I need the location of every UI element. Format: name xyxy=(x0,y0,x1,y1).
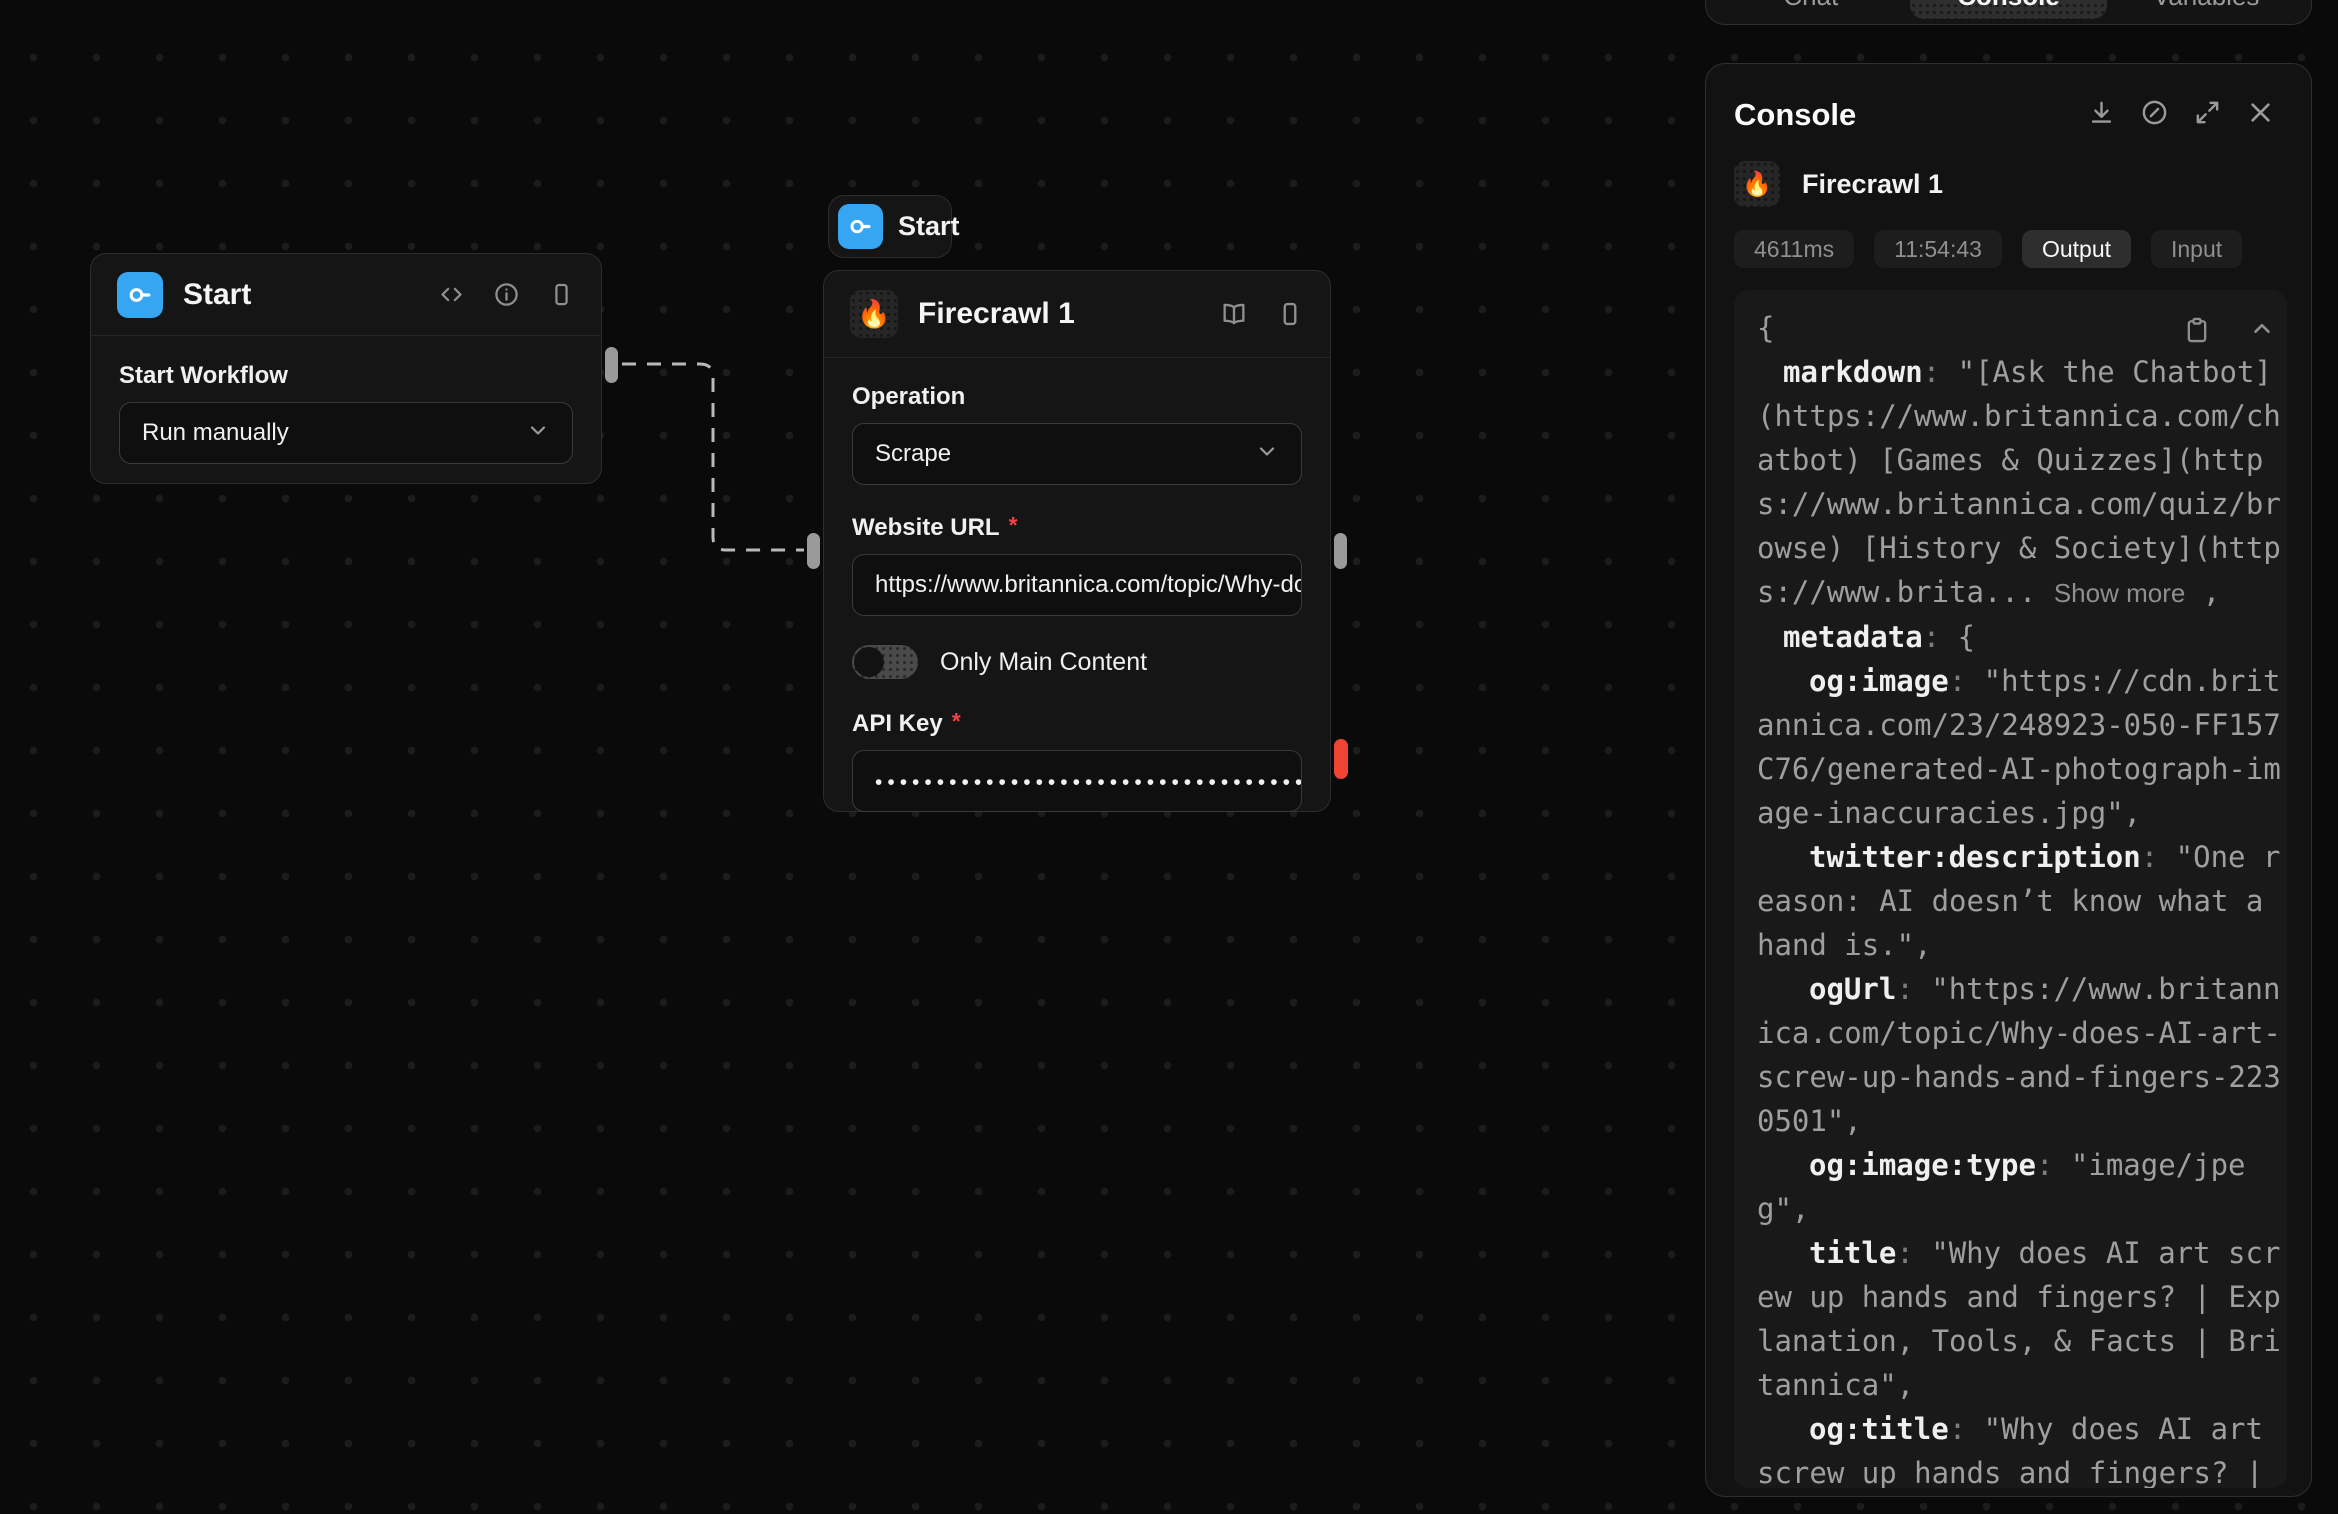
start-icon xyxy=(117,272,163,318)
only-main-content-label: Only Main Content xyxy=(940,648,1147,677)
json-key: markdown xyxy=(1783,355,1923,389)
chevron-down-icon xyxy=(526,418,550,449)
json-key: title xyxy=(1809,1236,1896,1270)
timestamp-badge: 11:54:43 xyxy=(1874,230,2002,268)
json-key: twitter:description xyxy=(1809,840,2141,874)
start-pill-label: Start xyxy=(898,211,960,242)
json-line: title: "Why does AI art screw up hands a… xyxy=(1757,1231,2284,1407)
tab-variables[interactable]: Variables xyxy=(2107,0,2305,19)
console-title: Console xyxy=(1734,97,2087,133)
workflow-canvas[interactable]: Start Start Workflow Run manually Start … xyxy=(0,0,2338,1514)
input-tab-badge[interactable]: Input xyxy=(2151,230,2242,268)
duration-badge: 4611ms xyxy=(1734,230,1854,268)
api-key-input[interactable]: ••••••••••••••••••••••••••••••••••• xyxy=(852,750,1302,812)
panel-icon[interactable] xyxy=(548,281,575,308)
start-node-title: Start xyxy=(183,278,418,312)
output-tab-badge[interactable]: Output xyxy=(2022,230,2131,268)
panel-tabbar: Chat Console Variables xyxy=(1705,0,2312,25)
expand-icon[interactable] xyxy=(2193,98,2222,132)
json-line: og:title: "Why does AI art screw up hand… xyxy=(1757,1407,2284,1488)
only-main-content-toggle[interactable] xyxy=(852,645,918,679)
json-line: twitter:description: "One reason: AI doe… xyxy=(1757,835,2284,967)
collapse-chevron-icon[interactable] xyxy=(2249,316,2275,349)
start-workflow-label: Start Workflow xyxy=(119,362,573,390)
start-pill-node[interactable]: Start xyxy=(828,195,952,258)
json-key: og:image xyxy=(1809,664,1949,698)
show-more-link[interactable]: Show more xyxy=(2054,578,2186,608)
panel-icon[interactable] xyxy=(1276,300,1304,328)
firecrawl-output-handle[interactable] xyxy=(1334,533,1347,569)
website-url-label: Website URL * xyxy=(852,514,1302,542)
json-key: ogUrl xyxy=(1809,972,1896,1006)
console-run-entry[interactable]: 🔥 Firecrawl 1 xyxy=(1734,160,2287,208)
firecrawl-input-handle[interactable] xyxy=(807,533,820,569)
api-key-label: API Key * xyxy=(852,710,1302,738)
console-output-json[interactable]: {markdown: "[Ask the Chatbot](https://ww… xyxy=(1734,290,2287,1488)
json-line: og:image: "https://cdn.britannica.com/23… xyxy=(1757,659,2284,835)
required-asterisk: * xyxy=(952,708,961,735)
firecrawl-icon: 🔥 xyxy=(850,290,898,338)
json-line: metadata: { xyxy=(1757,615,2284,659)
info-icon[interactable] xyxy=(493,281,520,308)
export-download-icon[interactable] xyxy=(2087,98,2116,132)
json-content: {markdown: "[Ask the Chatbot](https://ww… xyxy=(1757,306,2284,1488)
start-output-handle[interactable] xyxy=(605,347,618,383)
json-key: og:image:type xyxy=(1809,1148,2036,1182)
tab-chat[interactable]: Chat xyxy=(1712,0,1910,19)
json-key: metadata xyxy=(1783,620,1923,654)
firecrawl-node-header: 🔥 Firecrawl 1 xyxy=(824,271,1330,357)
json-key: og:title xyxy=(1809,1412,1949,1446)
firecrawl-icon: 🔥 xyxy=(1734,161,1780,207)
docs-book-icon[interactable] xyxy=(1220,300,1248,328)
chevron-down-icon xyxy=(1255,439,1279,470)
required-asterisk: * xyxy=(1009,512,1018,539)
website-url-input[interactable]: https://www.britannica.com/topic/Why-doe xyxy=(852,554,1302,616)
operation-label: Operation xyxy=(852,383,1302,411)
firecrawl-node[interactable]: 🔥 Firecrawl 1 Operation Scrape Website U… xyxy=(823,270,1331,812)
code-icon[interactable] xyxy=(438,281,465,308)
json-line: og:image:type: "image/jpeg", xyxy=(1757,1143,2284,1231)
run-manually-select[interactable]: Run manually xyxy=(119,402,573,464)
run-block-name: Firecrawl 1 xyxy=(1802,169,1943,200)
tab-console[interactable]: Console xyxy=(1910,0,2108,19)
operation-select[interactable]: Scrape xyxy=(852,423,1302,485)
clear-console-icon[interactable] xyxy=(2140,98,2169,132)
start-node[interactable]: Start Start Workflow Run manually xyxy=(90,253,602,484)
firecrawl-error-handle[interactable] xyxy=(1334,739,1348,779)
start-icon xyxy=(838,204,883,249)
copy-icon[interactable] xyxy=(2183,316,2211,349)
close-icon[interactable] xyxy=(2246,98,2275,132)
start-node-header: Start xyxy=(91,254,601,335)
json-line: ogUrl: "https://www.britannica.com/topic… xyxy=(1757,967,2284,1143)
console-panel: Console 🔥 Firecrawl 1 4611ms 11:54:43 Ou… xyxy=(1705,63,2312,1497)
json-line: markdown: "[Ask the Chatbot](https://www… xyxy=(1757,350,2284,615)
firecrawl-node-title: Firecrawl 1 xyxy=(918,297,1200,331)
